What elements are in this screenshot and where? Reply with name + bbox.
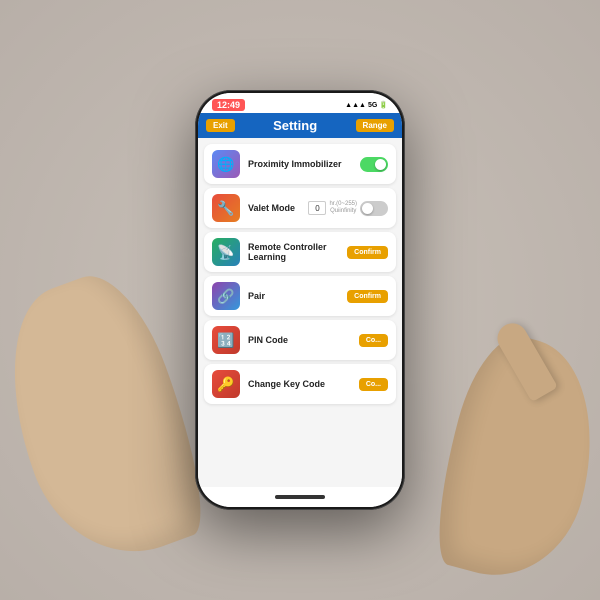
confirm-pin-button[interactable]: Co... <box>359 334 388 347</box>
confirm-remote-button[interactable]: Confirm <box>347 246 388 259</box>
status-time: 12:49 <box>212 99 245 111</box>
icon-proximity: 🌐 <box>212 150 240 178</box>
header-bar: Exit Setting Range <box>198 113 402 138</box>
exit-button[interactable]: Exit <box>206 119 235 132</box>
label-pair: Pair <box>248 291 339 301</box>
signal-icon: ▲▲▲ <box>345 102 366 109</box>
row-pair[interactable]: 🔗 Pair Confirm <box>204 276 396 316</box>
label-valet: Valet Mode <box>248 203 300 213</box>
icon-pin: 🔢 <box>212 326 240 354</box>
icon-remote: 📡 <box>212 238 240 266</box>
valet-hint: hr.(0~255)Quiinfinity <box>329 201 357 215</box>
valet-input-area: 0 hr.(0~255)Quiinfinity <box>308 201 388 216</box>
phone: 12:49 ▲▲▲ 5G 🔋 Exit Setting Range 🌐 Prox… <box>195 90 405 510</box>
row-remote[interactable]: 📡 Remote Controller Learning Confirm <box>204 232 396 272</box>
toggle-valet[interactable] <box>360 201 388 216</box>
row-proximity[interactable]: 🌐 Proximity Immobilizer <box>204 144 396 184</box>
label-change-key: Change Key Code <box>248 379 351 389</box>
row-pin[interactable]: 🔢 PIN Code Co... <box>204 320 396 360</box>
battery-icon: 🔋 <box>379 101 388 109</box>
phone-screen: 12:49 ▲▲▲ 5G 🔋 Exit Setting Range 🌐 Prox… <box>198 93 402 507</box>
label-proximity: Proximity Immobilizer <box>248 159 352 169</box>
network-label: 5G <box>368 102 377 109</box>
home-indicator <box>198 487 402 507</box>
settings-list: 🌐 Proximity Immobilizer 🔧 Valet Mode 0 h… <box>198 138 402 487</box>
icon-change-key: 🔑 <box>212 370 240 398</box>
confirm-pair-button[interactable]: Confirm <box>347 290 388 303</box>
label-remote: Remote Controller Learning <box>248 242 339 262</box>
icon-valet: 🔧 <box>212 194 240 222</box>
row-valet[interactable]: 🔧 Valet Mode 0 hr.(0~255)Quiinfinity <box>204 188 396 228</box>
status-bar: 12:49 ▲▲▲ 5G 🔋 <box>198 93 402 113</box>
confirm-change-key-button[interactable]: Co... <box>359 378 388 391</box>
page-title: Setting <box>273 118 317 133</box>
label-pin: PIN Code <box>248 335 351 345</box>
status-icons: ▲▲▲ 5G 🔋 <box>345 101 388 109</box>
icon-pair: 🔗 <box>212 282 240 310</box>
phone-wrapper: 12:49 ▲▲▲ 5G 🔋 Exit Setting Range 🌐 Prox… <box>195 90 405 510</box>
toggle-proximity[interactable] <box>360 157 388 172</box>
row-change-key[interactable]: 🔑 Change Key Code Co... <box>204 364 396 404</box>
range-button[interactable]: Range <box>356 119 394 132</box>
home-bar <box>275 495 325 499</box>
valet-number-input[interactable]: 0 <box>308 201 326 215</box>
